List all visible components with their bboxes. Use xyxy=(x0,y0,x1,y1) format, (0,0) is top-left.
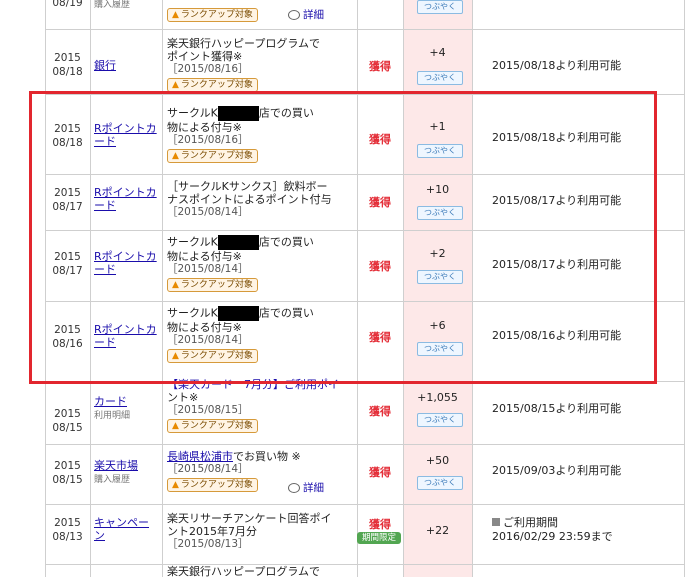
square-bullet-icon xyxy=(492,518,500,526)
speech-bubble-icon xyxy=(288,483,300,493)
arrow-up-icon: ▲ xyxy=(172,421,179,431)
service-cell: カード 利用明細 xyxy=(94,395,158,423)
statement-link[interactable]: 利用明細 xyxy=(94,410,158,423)
rank-up-badge: ▲ ランクアップ対象 xyxy=(167,8,258,22)
date-cell: 2015 08/15 xyxy=(52,408,83,434)
service-cell: 銀行 xyxy=(94,59,158,72)
description-cell: ▲ ランクアップ対象 xyxy=(167,6,357,22)
points-value: +1,055 xyxy=(417,391,458,404)
service-link[interactable]: キャンペーン xyxy=(94,516,149,542)
get-label: 獲得 xyxy=(369,518,391,531)
rank-up-badge: ▲ ランクアップ対象 xyxy=(167,478,258,492)
rank-up-badge: ▲ ランクアップ対象 xyxy=(167,78,258,92)
availability-text: 2015/08/15より利用可能 xyxy=(492,402,622,415)
table-row: 楽天銀行ハッピープログラムで xyxy=(45,564,685,578)
points-value: +50 xyxy=(425,454,450,467)
highlight-box xyxy=(29,91,657,384)
tsubuyaku-button[interactable]: つぶやく xyxy=(417,476,463,490)
table-row: 2015 08/18 銀行 楽天銀行ハッピープログラムで ポイント獲得※ ［2015… xyxy=(45,29,685,95)
table-row: 08/19 購入履歴 ▲ ランクアップ対象 詳細 つぶやく xyxy=(45,0,685,30)
service-link[interactable]: カード xyxy=(94,395,127,408)
limited-period-badge: 期間限定 xyxy=(357,532,401,544)
date-cell: 2015 08/15 xyxy=(52,460,83,486)
detail-link[interactable]: 詳細 xyxy=(288,480,324,495)
description-cell: 長崎県松浦市でお買い物 ※ ［2015/08/14］ ▲ ランクアップ対象 xyxy=(167,450,301,492)
arrow-up-icon: ▲ xyxy=(172,10,179,20)
tsubuyaku-button[interactable]: つぶやく xyxy=(417,71,463,85)
date-cell: 2015 08/13 xyxy=(52,517,83,543)
arrow-up-icon: ▲ xyxy=(172,80,179,90)
service-cell: 楽天市場 購入履歴 xyxy=(94,459,158,487)
service-cell: キャンペーン xyxy=(94,516,158,542)
speech-bubble-icon xyxy=(288,10,300,20)
description-cell: 【楽天カード 7月分】ご利用ポイ ント※ ［2015/08/15］ ▲ ランクアップ… xyxy=(167,378,339,433)
availability-text: 2015/08/18より利用可能 xyxy=(492,59,622,72)
availability-text: ご利用期間 2016/02/29 23:59まで xyxy=(492,516,613,543)
description-cell: 楽天銀行ハッピープログラムで xyxy=(167,565,321,578)
detail-link[interactable]: 詳細 xyxy=(288,7,324,22)
description-cell: 楽天リサーチアンケート回答ポイ ント2015年7月分 ［2015/08/13］ xyxy=(167,512,332,550)
shop-link[interactable]: 長崎県松浦市 xyxy=(167,450,233,463)
tsubuyaku-button[interactable]: つぶやく xyxy=(417,413,463,427)
service-link[interactable]: 銀行 xyxy=(94,59,116,72)
description-cell: 楽天銀行ハッピープログラムで ポイント獲得※ ［2015/08/16］ ▲ ランクア… xyxy=(167,37,321,92)
table-row: 2015 08/13 キャンペーン 楽天リサーチアンケート回答ポイ ント2015年7… xyxy=(45,504,685,565)
get-label: 獲得 xyxy=(369,60,391,73)
tsubuyaku-button[interactable]: つぶやく xyxy=(417,0,463,14)
get-label: 獲得 xyxy=(369,405,391,418)
rank-up-badge: ▲ ランクアップ対象 xyxy=(167,419,258,433)
service-cell: 購入履歴 xyxy=(94,0,158,12)
arrow-up-icon: ▲ xyxy=(172,480,179,490)
points-value: +22 xyxy=(425,524,450,537)
get-label: 獲得 xyxy=(369,466,391,479)
table-row: 2015 08/15 カード利用明細 【楽天カード 7月分】ご利用ポイ ント※ ［2… xyxy=(45,378,685,445)
availability-text: 2015/09/03より利用可能 xyxy=(492,464,622,477)
purchase-history-link[interactable]: 購入履歴 xyxy=(94,474,158,487)
service-link[interactable]: 楽天市場 xyxy=(94,459,138,472)
purchase-history-link[interactable]: 購入履歴 xyxy=(94,0,158,12)
date-cell: 08/19 xyxy=(52,0,83,9)
table-row: 2015 08/15 楽天市場購入履歴 長崎県松浦市でお買い物 ※ ［2015/0… xyxy=(45,444,685,505)
date-cell: 2015 08/18 xyxy=(52,52,83,78)
points-value: +4 xyxy=(429,46,446,59)
